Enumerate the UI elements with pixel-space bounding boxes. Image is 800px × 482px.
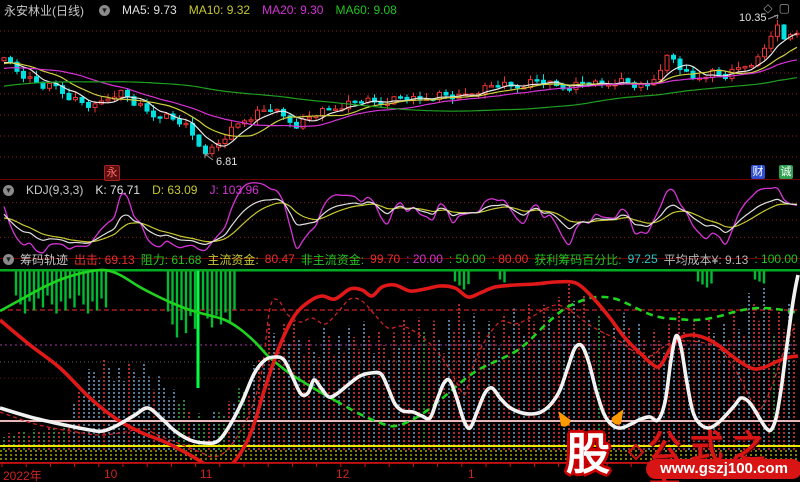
legend-item: 获利筹码百分比:	[534, 252, 622, 267]
corner-icons: ◇▢	[763, 1, 796, 15]
price-chart[interactable]	[0, 0, 800, 179]
collapse-arrow-icon[interactable]: ▾	[3, 184, 14, 196]
trading-terminal: 永安林业(日线) ▾ MA5: 9.73 MA10: 9.32 MA20: 9.30…	[0, 0, 800, 482]
cai-badge[interactable]: 财	[751, 165, 765, 179]
gszj-logo: 股 公式之家 www.gszj100.com	[550, 405, 800, 482]
legend-item: D: 63.09	[152, 183, 198, 197]
watermark-badge: 永	[104, 165, 120, 181]
high-price-label: 10.35	[739, 12, 767, 24]
legend-item: : 100.00	[754, 252, 798, 266]
logo-stock-glyph: 股	[566, 429, 610, 480]
legend-item: 出击: 69.13	[74, 252, 135, 267]
diamond-icon	[627, 443, 645, 461]
axis-month-label: 11	[200, 467, 213, 481]
panel-divider	[0, 179, 800, 180]
legend-item: 阻力: 61.68	[140, 252, 202, 267]
price-panel-header: 永安林业(日线) ▾ MA5: 9.73 MA10: 9.32 MA20: 9.30…	[0, 2, 800, 18]
legend-item: 80.47	[264, 252, 295, 266]
square-icon[interactable]: ▢	[779, 1, 796, 15]
legend-item: MA10: 9.32	[188, 3, 251, 17]
kdj-title: KDJ(9,3,3)	[26, 183, 84, 197]
chip-title: 筹码轨迹	[20, 252, 69, 267]
legend-item: 97.25	[627, 252, 658, 266]
collapse-arrow-icon[interactable]: ▾	[99, 4, 110, 16]
legend-item: MA20: 9.30	[262, 3, 324, 17]
legend-item: MA60: 9.08	[335, 3, 397, 17]
collapse-arrow-icon[interactable]: ▾	[3, 253, 14, 265]
low-price-label: 6.81	[216, 156, 238, 168]
legend-item: 主流资金:	[207, 252, 259, 267]
legend-item: 非主流资金:	[300, 252, 365, 267]
kdj-panel-header: ▾ KDJ(9,3,3) K: 76.71 D: 63.09 J: 103.96	[0, 182, 800, 198]
legend-item: 99.70	[370, 252, 401, 266]
axis-month-label: 1	[468, 467, 475, 481]
legend-item: MA5: 9.73	[122, 3, 177, 17]
logo-site-url[interactable]: www.gszj100.com	[646, 459, 800, 479]
legend-item: : 80.00	[491, 252, 529, 266]
cheng-badge[interactable]: 诚	[779, 165, 793, 179]
diamond-icon[interactable]: ◇	[763, 1, 778, 15]
legend-item: : 20.00	[406, 252, 443, 266]
legend-item: K: 76.71	[95, 183, 141, 197]
stock-title: 永安林业(日线)	[4, 3, 84, 18]
legend-item: : 50.00	[448, 252, 486, 266]
axis-month-label: 12	[336, 467, 350, 481]
chip-panel-header: ▾ 筹码轨迹 出击: 69.13 阻力: 61.68 主流资金: 80.47 非主流资金…	[0, 251, 800, 267]
legend-item: 平均成本¥: 9.13	[663, 252, 749, 267]
axis-month-label: 10	[104, 467, 118, 481]
axis-year-label: 2022年	[3, 469, 42, 482]
legend-item: J: 103.96	[209, 183, 259, 197]
